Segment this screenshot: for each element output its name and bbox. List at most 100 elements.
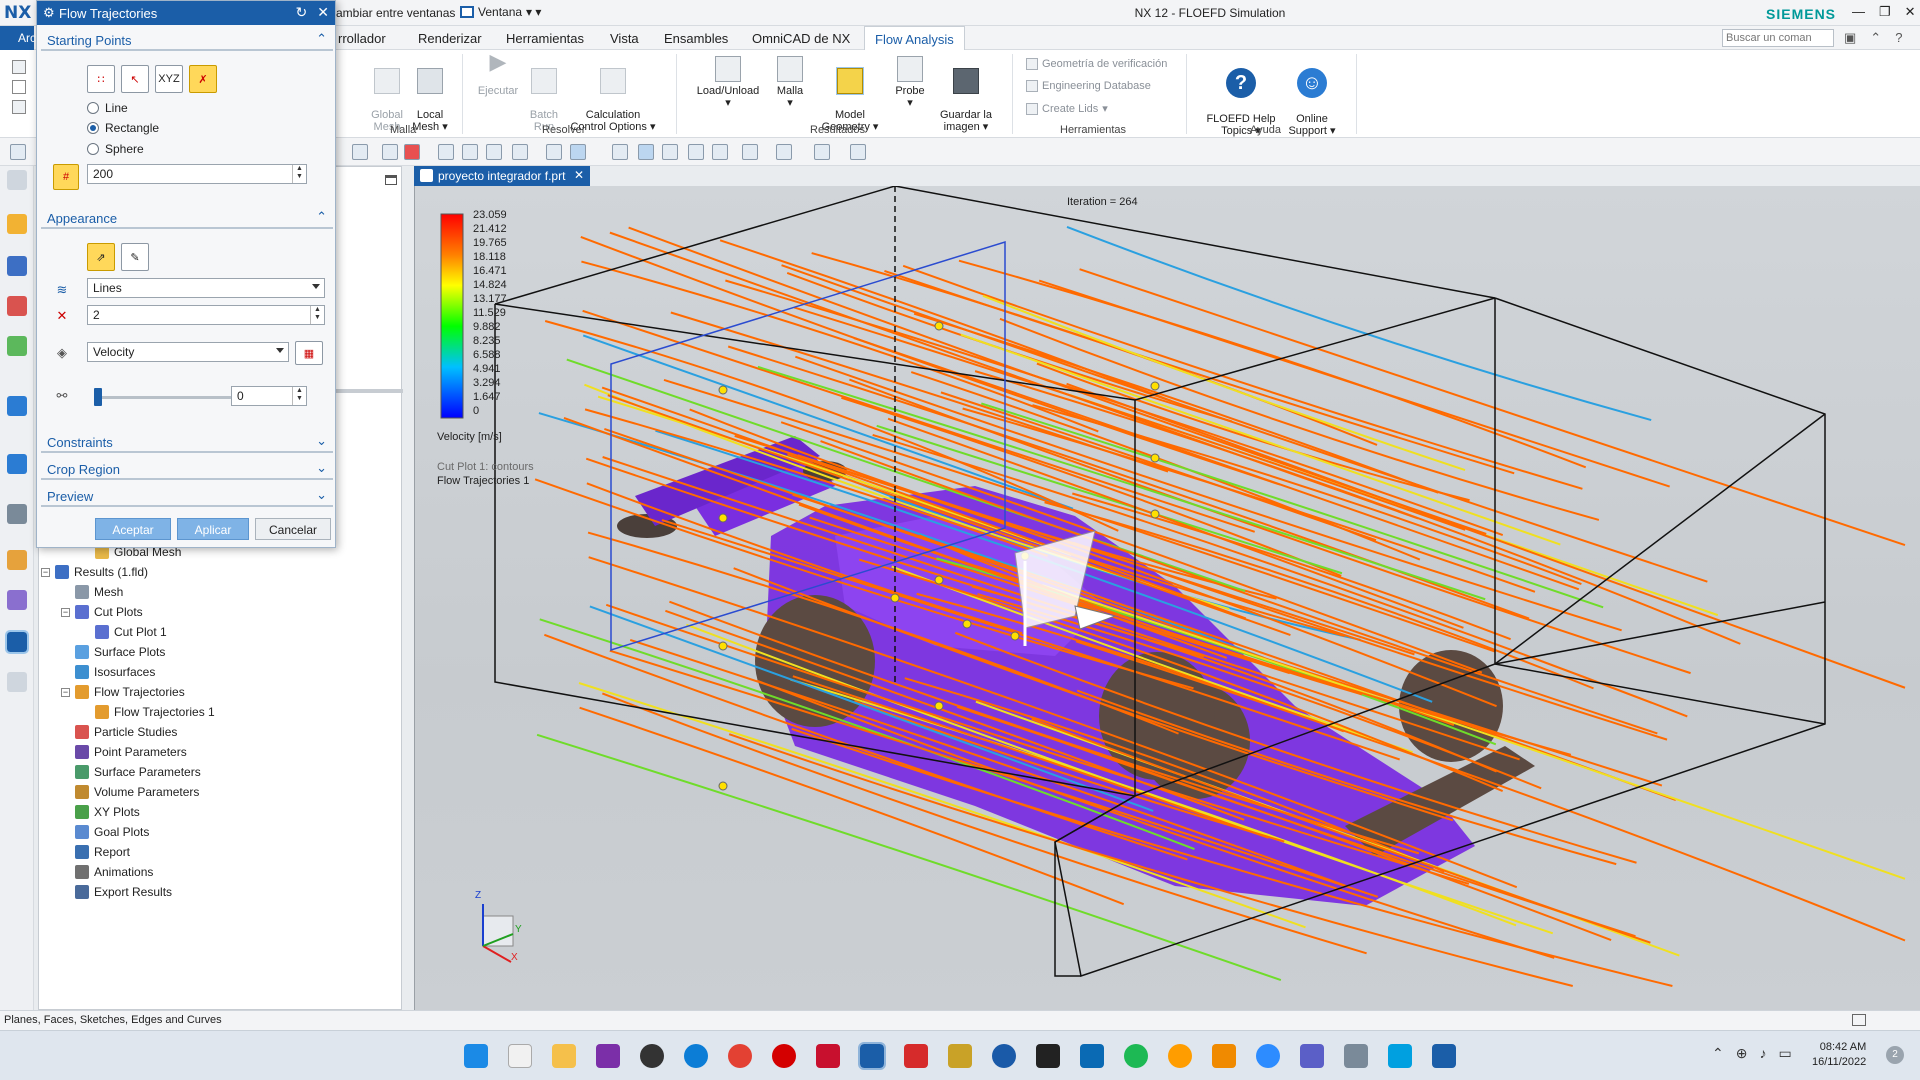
appearance-style-button[interactable]: ⇗ <box>87 243 115 271</box>
domain-handle[interactable] <box>934 575 944 585</box>
cancel-button[interactable]: Cancelar <box>255 518 331 540</box>
window-icon[interactable]: ▣ <box>1844 30 1856 46</box>
floefd-navigator-icon[interactable] <box>5 630 29 654</box>
restore-icon[interactable]: ❐ <box>1879 4 1891 20</box>
spinner-icon[interactable]: ▲ ▼ <box>292 387 306 405</box>
tree-item[interactable]: Particle Studies <box>61 723 177 741</box>
dialog-title-bar[interactable]: ⚙ Flow Trajectories ↻ ✕ <box>37 1 335 25</box>
tab-archivo[interactable]: Arc <box>0 26 36 50</box>
domain-handle[interactable] <box>890 593 900 603</box>
domain-handle[interactable] <box>962 619 972 629</box>
section-appearance[interactable]: Appearance ⌃ <box>41 207 333 229</box>
paint-icon[interactable] <box>1344 1044 1368 1068</box>
clock[interactable]: 08:42 AM 16/11/2022 <box>1812 1040 1866 1070</box>
domain-handle[interactable] <box>1150 381 1160 391</box>
pin-icon[interactable] <box>385 175 397 185</box>
tree-item[interactable]: Flow Trajectories 1 <box>81 703 215 721</box>
tab-ensambles[interactable]: Ensambles <box>664 31 728 46</box>
teams-icon[interactable] <box>1300 1044 1324 1068</box>
xyz-coordinates-button[interactable]: XYZ <box>155 65 183 93</box>
tree-item[interactable]: Export Results <box>61 883 172 901</box>
start-icon[interactable] <box>464 1044 488 1068</box>
minimize-icon[interactable]: — <box>1852 4 1865 20</box>
tree-item[interactable]: − Cut Plots <box>61 603 143 621</box>
palette-icon[interactable] <box>7 550 27 570</box>
tree-item[interactable]: Isosurfaces <box>61 663 155 681</box>
render-style-icon[interactable] <box>776 144 792 160</box>
tree-item[interactable]: Cut Plot 1 <box>81 623 167 641</box>
tab-omnicad[interactable]: OmniCAD de NX <box>752 31 850 46</box>
fit-icon[interactable] <box>612 144 628 160</box>
part-navigator-icon[interactable] <box>7 214 27 234</box>
probe-button[interactable]: Probe ▾ <box>888 56 932 109</box>
tree-item[interactable]: − Results (1.fld) <box>41 563 148 581</box>
select-points-button[interactable]: ∷ <box>87 65 115 93</box>
tree-item[interactable]: − Flow Trajectories <box>61 683 185 701</box>
ok-button[interactable]: Aceptar <box>95 518 171 540</box>
domain-handle[interactable] <box>1150 453 1160 463</box>
tree-item[interactable]: Surface Plots <box>61 643 165 661</box>
document-icon[interactable] <box>7 672 27 692</box>
calculator-icon[interactable] <box>1036 1044 1060 1068</box>
view-cube-icon[interactable] <box>570 144 586 160</box>
global-mesh-button[interactable]: Global Mesh <box>364 56 410 133</box>
reuse-library-icon[interactable] <box>7 336 27 356</box>
tree-item[interactable]: Goal Plots <box>61 823 149 841</box>
engineering-database-button[interactable]: Engineering Database <box>1026 80 1151 92</box>
section-icon[interactable] <box>850 144 866 160</box>
snap-icon[interactable] <box>352 144 368 160</box>
history-icon[interactable] <box>7 454 27 474</box>
filter-icon[interactable] <box>404 144 420 160</box>
opacity-slider-thumb[interactable] <box>94 388 102 406</box>
close-icon[interactable]: ✕ <box>1905 4 1916 20</box>
edge-icon[interactable] <box>684 1044 708 1068</box>
tree-item[interactable]: Point Parameters <box>61 743 187 761</box>
close-icon[interactable]: ✕ <box>317 4 329 21</box>
spinner-icon[interactable]: ▲ ▼ <box>310 306 324 324</box>
clip-icon[interactable] <box>712 144 728 160</box>
create-lids-button[interactable]: Create Lids ▾ <box>1026 102 1108 115</box>
sketch-icon[interactable] <box>486 144 502 160</box>
domain-handle[interactable] <box>718 513 728 523</box>
document-tab[interactable]: proyecto integrador f.prt ✕ <box>414 166 590 186</box>
roles-icon[interactable] <box>7 590 27 610</box>
app-c-icon[interactable] <box>1388 1044 1412 1068</box>
save-image-button[interactable]: Guardar la imagen ▾ <box>934 56 998 133</box>
ribbon-stub-icon[interactable] <box>12 80 26 94</box>
select-icon[interactable] <box>382 144 398 160</box>
menu-icon[interactable] <box>10 144 26 160</box>
shade-icon[interactable] <box>546 144 562 160</box>
tab-flow-analysis[interactable]: Flow Analysis <box>864 26 965 50</box>
tab-desarrollador[interactable]: rrollador <box>338 31 386 46</box>
domain-handle[interactable] <box>718 385 728 395</box>
run-button[interactable]: ▶ Ejecutar <box>474 51 522 98</box>
settings-icon[interactable] <box>7 170 27 190</box>
media-icon[interactable] <box>1212 1044 1236 1068</box>
results-mesh-button[interactable]: Malla ▾ <box>770 56 810 109</box>
tab-herramientas[interactable]: Herramientas <box>506 31 584 46</box>
word-circle-icon[interactable] <box>992 1044 1016 1068</box>
apply-button[interactable]: Aplicar <box>177 518 249 540</box>
calculation-control-options-button[interactable]: Calculation Control Options ▾ <box>566 56 660 133</box>
batch-run-button[interactable]: Batch Run <box>524 56 564 133</box>
spotify-icon[interactable] <box>1124 1044 1148 1068</box>
select-cursor-button[interactable]: ↖ <box>121 65 149 93</box>
reset-icon[interactable]: ↻ <box>296 4 308 21</box>
ribbon-stub-icon[interactable] <box>12 100 26 114</box>
model-geometry-button[interactable]: Model Geometry ▾ <box>814 56 886 133</box>
tree-item[interactable]: Report <box>61 843 130 861</box>
chevron-up-icon[interactable]: ⌃ <box>1712 1045 1724 1062</box>
close-icon[interactable]: ✕ <box>574 168 584 182</box>
collapse-ribbon-icon[interactable]: ⌃ <box>1870 30 1881 46</box>
line-width-input[interactable]: 2 ▲ ▼ <box>87 305 325 325</box>
gimp-icon[interactable] <box>1168 1044 1192 1068</box>
tree-expander-icon[interactable]: − <box>61 687 70 697</box>
web-browser-icon[interactable] <box>7 396 27 416</box>
camera-app-icon[interactable] <box>640 1044 664 1068</box>
file-explorer-icon[interactable] <box>552 1044 576 1068</box>
ribbon-stub-icon[interactable] <box>12 60 26 74</box>
notes-icon[interactable] <box>948 1044 972 1068</box>
store-icon[interactable] <box>508 1044 532 1068</box>
simulation-scene[interactable] <box>415 186 1920 1010</box>
zoom-icon[interactable] <box>1256 1044 1280 1068</box>
